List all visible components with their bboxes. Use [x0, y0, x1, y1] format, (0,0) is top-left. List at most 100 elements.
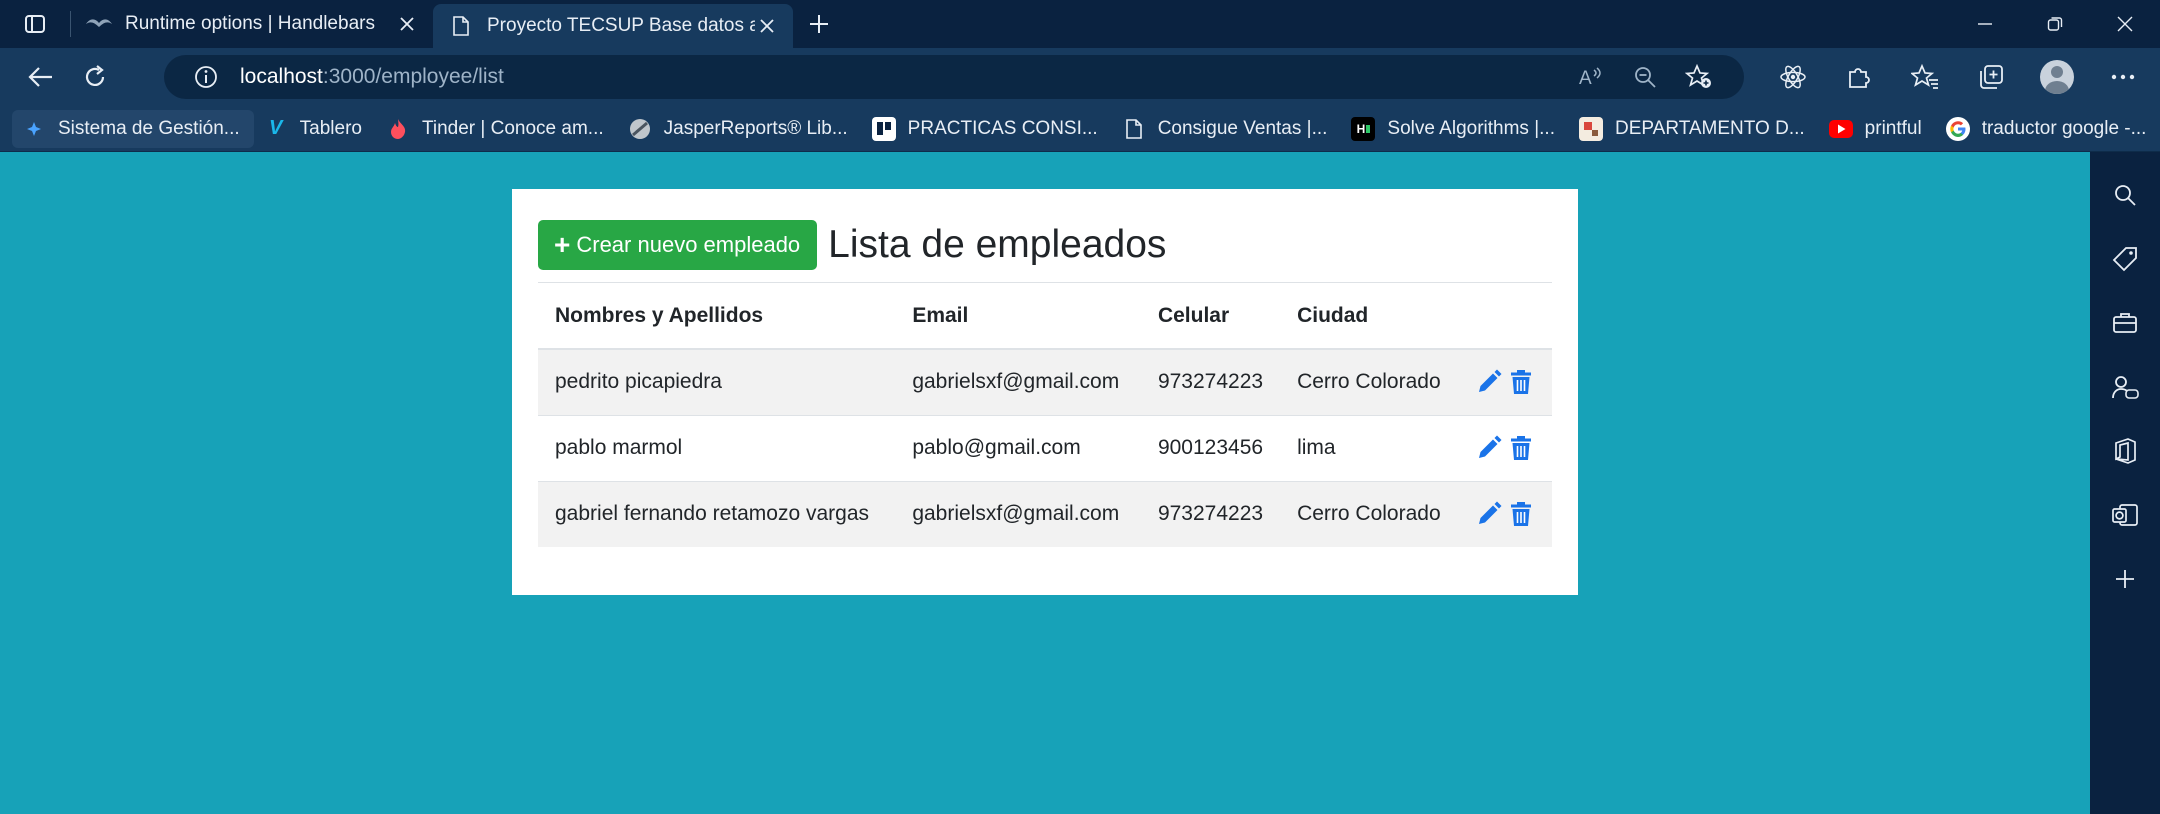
employee-name: pablo marmol: [538, 415, 896, 482]
employee-city: Cerro Colorado: [1280, 349, 1458, 416]
tab-actions-icon: [25, 15, 45, 33]
arrow-left-icon: [28, 67, 52, 87]
close-tab-icon[interactable]: [395, 12, 419, 36]
zoom-out-icon[interactable]: [1618, 55, 1672, 99]
bookmark-label: DEPARTAMENTO D...: [1614, 117, 1805, 139]
avatar: [2040, 60, 2074, 94]
edit-button[interactable]: [1475, 499, 1503, 529]
react-devtools-icon[interactable]: [1760, 50, 1826, 104]
employee-city: lima: [1280, 415, 1458, 482]
add-sidebar-app-icon[interactable]: [2100, 554, 2150, 604]
edge-sidebar: [2090, 152, 2160, 814]
pencil-icon: [1479, 369, 1502, 393]
employee-phone: 900123456: [1140, 415, 1281, 482]
url-host: localhost: [240, 65, 323, 88]
office-icon[interactable]: [2100, 426, 2150, 476]
tab-proyecto-tecsup[interactable]: Proyecto TECSUP Base datos ava: [433, 4, 793, 48]
column-header-name: Nombres y Apellidos: [538, 283, 896, 350]
shopping-tag-icon[interactable]: [2100, 234, 2150, 284]
close-tab-icon[interactable]: [755, 14, 779, 38]
bookmarks-bar: Sistema de Gestión... V Tablero Tinder |…: [0, 106, 2160, 152]
svg-text:A: A: [1579, 68, 1592, 88]
table-row: gabriel fernando retamozo vargas gabriel…: [538, 481, 1552, 547]
delete-button[interactable]: [1507, 499, 1535, 529]
bookmark-label: JasperReports® Lib...: [663, 117, 848, 139]
plus-icon: [810, 15, 828, 33]
restore-button[interactable]: [2020, 0, 2090, 48]
profile-button[interactable]: [2024, 50, 2090, 104]
edit-button[interactable]: [1475, 433, 1503, 463]
bookmark-consigue[interactable]: Consigue Ventas |...: [1112, 110, 1342, 148]
employee-list-card: + Crear nuevo empleado Lista de empleado…: [512, 189, 1578, 595]
address-url[interactable]: localhost:3000/employee/list: [240, 65, 1564, 89]
jasper-icon: [628, 117, 652, 141]
address-bar[interactable]: localhost:3000/employee/list A: [164, 55, 1744, 99]
bookmark-tablero[interactable]: V Tablero: [254, 110, 376, 148]
back-button[interactable]: [14, 50, 68, 104]
bookmark-label: traductor google -...: [1981, 117, 2147, 139]
bookmark-tinder[interactable]: Tinder | Conoce am...: [376, 110, 618, 148]
bookmark-traductor[interactable]: traductor google -...: [1936, 110, 2160, 148]
page-icon: [1122, 117, 1146, 141]
employee-name: pedrito picapiedra: [538, 349, 896, 416]
tab-bar: Runtime options | Handlebars Proyecto TE…: [0, 0, 2160, 48]
minimize-button[interactable]: [1950, 0, 2020, 48]
card-header: + Crear nuevo empleado Lista de empleado…: [538, 219, 1552, 271]
employee-phone: 973274223: [1140, 349, 1281, 416]
more-menu-button[interactable]: [2090, 50, 2156, 104]
games-icon[interactable]: [2100, 362, 2150, 412]
favorites-icon[interactable]: [1892, 50, 1958, 104]
youtube-icon: [1828, 117, 1853, 141]
search-icon[interactable]: [2100, 170, 2150, 220]
trash-icon: [1511, 436, 1531, 460]
create-employee-button[interactable]: + Crear nuevo empleado: [538, 220, 818, 270]
trash-icon: [1511, 370, 1531, 395]
bookmark-practicas[interactable]: PRACTICAS CONSI...: [862, 110, 1112, 148]
tools-briefcase-icon[interactable]: [2100, 298, 2150, 348]
new-tab-button[interactable]: [793, 0, 845, 48]
column-header-actions: [1458, 283, 1552, 350]
add-favorite-icon[interactable]: [1672, 55, 1726, 99]
bookmark-label: Sistema de Gestión...: [58, 117, 240, 139]
tab-handlebars[interactable]: Runtime options | Handlebars: [71, 0, 433, 48]
minimize-icon: [1978, 23, 1992, 25]
collections-icon[interactable]: [1958, 50, 2024, 104]
bookmark-label: Consigue Ventas |...: [1157, 117, 1328, 139]
bookmark-printful[interactable]: printful: [1819, 110, 1936, 148]
tab-title: Runtime options | Handlebars: [125, 13, 375, 34]
table-header-row: Nombres y Apellidos Email Celular Ciudad: [538, 283, 1552, 350]
close-window-button[interactable]: [2090, 0, 2160, 48]
edit-button[interactable]: [1475, 367, 1503, 397]
employee-phone: 973274223: [1140, 481, 1281, 547]
employee-email: pablo@gmail.com: [895, 415, 1141, 482]
url-path: :3000/employee/list: [322, 65, 504, 88]
bookmark-sistema[interactable]: Sistema de Gestión...: [12, 109, 254, 148]
bookmark-hackerrank[interactable]: H Solve Algorithms |...: [1341, 110, 1569, 148]
google-icon: [1945, 116, 1970, 141]
hackerrank-icon: H: [1351, 116, 1376, 141]
tab-actions-button[interactable]: [0, 0, 70, 48]
toolbar-extensions: [1760, 50, 2160, 104]
column-header-city: Ciudad: [1280, 283, 1458, 350]
window-controls: [1950, 0, 2160, 48]
bookmark-label: Solve Algorithms |...: [1387, 117, 1555, 139]
handlebars-icon: [85, 14, 113, 34]
page-icon: [447, 16, 475, 36]
trello-icon: [871, 116, 896, 141]
bookmark-label: Tablero: [299, 117, 362, 139]
extensions-icon[interactable]: [1826, 50, 1892, 104]
pencil-icon: [1479, 501, 1502, 525]
tab-title: Proyecto TECSUP Base datos ava: [487, 15, 755, 36]
refresh-button[interactable]: [68, 50, 122, 104]
bookmark-departamento[interactable]: DEPARTAMENTO D...: [1569, 110, 1819, 148]
row-actions: [1458, 481, 1552, 547]
delete-button[interactable]: [1507, 367, 1535, 397]
delete-button[interactable]: [1507, 433, 1535, 463]
read-aloud-icon[interactable]: A: [1564, 55, 1618, 99]
bookmark-jasper[interactable]: JasperReports® Lib...: [618, 110, 862, 148]
column-header-email: Email: [895, 283, 1141, 350]
info-icon[interactable]: [194, 65, 218, 89]
browser-toolbar: localhost:3000/employee/list A: [0, 48, 2160, 106]
tinder-flame-icon: [386, 117, 410, 141]
outlook-icon[interactable]: [2100, 490, 2150, 540]
